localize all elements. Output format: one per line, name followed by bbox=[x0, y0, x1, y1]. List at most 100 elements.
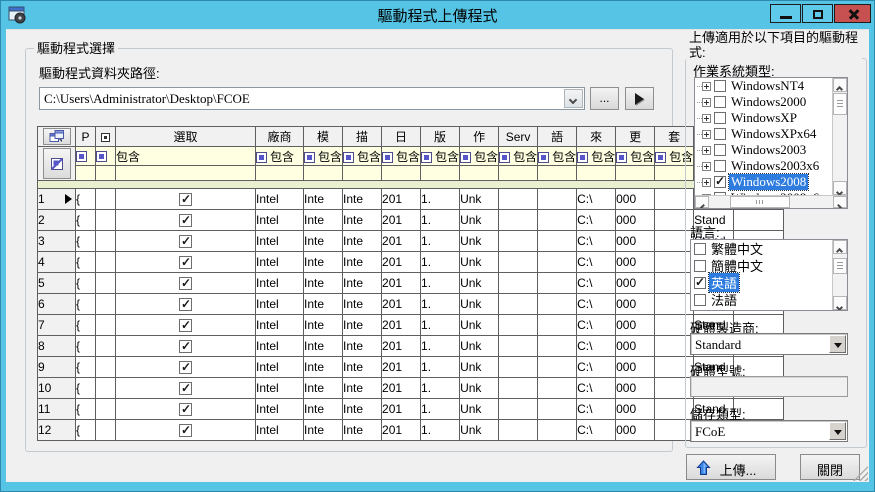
os-item-Windows2003x6[interactable]: Windows2003x6 bbox=[695, 158, 832, 174]
filter-input-os[interactable] bbox=[460, 166, 499, 181]
row-header-cell[interactable]: 8 bbox=[38, 336, 76, 357]
os-item-WindowsNT4[interactable]: WindowsNT4 bbox=[695, 78, 832, 94]
item-checkbox[interactable] bbox=[714, 80, 726, 92]
scroll-right-button[interactable] bbox=[833, 196, 847, 208]
clear-filter-button[interactable] bbox=[43, 148, 71, 179]
grid-header-lang[interactable]: 語 bbox=[538, 127, 577, 147]
table-row[interactable]: 9{IntelInteInte2011.UnkC:\000Stand bbox=[38, 357, 784, 378]
table-row[interactable]: 11{IntelInteInte2011.UnkC:\000Stand bbox=[38, 399, 784, 420]
language-list[interactable]: 繁體中文簡體中文英語法語 bbox=[690, 239, 848, 311]
scroll-down-button[interactable] bbox=[833, 181, 847, 195]
item-checkbox[interactable] bbox=[714, 176, 726, 188]
scroll-left-button[interactable] bbox=[695, 196, 709, 208]
filter-input-update[interactable] bbox=[616, 166, 655, 181]
table-row[interactable]: 12{IntelInteInte2011.UnkC:\000Stand bbox=[38, 420, 784, 441]
filter-cell-lang[interactable]: 包含 bbox=[538, 147, 577, 166]
filter-type-icon[interactable] bbox=[382, 152, 393, 163]
grid-header-vendor[interactable]: 廠商 bbox=[256, 127, 304, 147]
row-checkbox[interactable] bbox=[179, 214, 192, 227]
cell-select[interactable] bbox=[116, 273, 256, 294]
run-scan-button[interactable] bbox=[625, 87, 654, 110]
os-item-WindowsXPx64[interactable]: WindowsXPx64 bbox=[695, 126, 832, 142]
grid-header-source[interactable]: 來 bbox=[577, 127, 616, 147]
grid-header-p[interactable]: P bbox=[76, 127, 96, 147]
expand-icon[interactable] bbox=[702, 82, 711, 91]
expand-icon[interactable] bbox=[702, 162, 711, 171]
filter-cell-sel_all[interactable] bbox=[96, 147, 116, 166]
expand-icon[interactable] bbox=[702, 178, 711, 187]
hw-model-field[interactable] bbox=[690, 376, 848, 397]
hw-vendor-combobox[interactable]: Standard bbox=[690, 333, 848, 355]
lang-item-繁體中文[interactable]: 繁體中文 bbox=[691, 240, 832, 257]
scroll-up-button[interactable] bbox=[833, 78, 847, 92]
lang-item-簡體中文[interactable]: 簡體中文 bbox=[691, 257, 832, 274]
expand-icon[interactable] bbox=[702, 114, 711, 123]
filter-input-date[interactable] bbox=[382, 166, 421, 181]
lang-item-英語[interactable]: 英語 bbox=[691, 274, 832, 291]
filter-type-icon[interactable] bbox=[304, 152, 315, 163]
expand-icon[interactable] bbox=[702, 130, 711, 139]
filter-type-icon[interactable] bbox=[577, 152, 588, 163]
filter-cell-p[interactable] bbox=[76, 147, 96, 166]
path-dropdown-button[interactable] bbox=[564, 89, 583, 108]
table-row[interactable]: 2{IntelInteInte2011.UnkC:\000Stand bbox=[38, 210, 784, 231]
titlebar[interactable]: 驅動程式上傳程式 bbox=[1, 1, 874, 29]
grid-header-rowhdr[interactable] bbox=[38, 127, 76, 147]
filter-input-sel_all[interactable] bbox=[96, 166, 116, 181]
filter-type-icon[interactable] bbox=[76, 151, 87, 162]
filter-input-p[interactable] bbox=[76, 166, 96, 181]
driver-grid[interactable]: P選取廠商模描日版作Serv語來更套硬體硬體型包含包含包含包含包含包含包含包含包… bbox=[37, 126, 784, 441]
row-checkbox[interactable] bbox=[179, 319, 192, 332]
scroll-thumb[interactable] bbox=[833, 93, 847, 115]
cell-select[interactable] bbox=[116, 357, 256, 378]
filter-cell-update[interactable]: 包含 bbox=[616, 147, 655, 166]
item-checkbox[interactable] bbox=[694, 277, 706, 289]
filter-input-serv[interactable] bbox=[499, 166, 538, 181]
row-checkbox[interactable] bbox=[179, 298, 192, 311]
grid-header-os[interactable]: 作 bbox=[460, 127, 499, 147]
os-item-Windows2000[interactable]: Windows2000 bbox=[695, 94, 832, 110]
filter-input-source[interactable] bbox=[577, 166, 616, 181]
filter-type-icon[interactable] bbox=[256, 152, 267, 163]
filter-type-icon[interactable] bbox=[343, 152, 354, 163]
table-row[interactable]: 1{IntelInteInte2011.UnkC:\000Stand bbox=[38, 189, 784, 210]
filter-input-lang[interactable] bbox=[538, 166, 577, 181]
item-checkbox[interactable] bbox=[714, 128, 726, 140]
close-button[interactable] bbox=[834, 4, 871, 23]
field-chooser-button[interactable] bbox=[43, 128, 71, 145]
maximize-button[interactable] bbox=[802, 4, 833, 23]
table-row[interactable]: 4{IntelInteInte2011.UnkC:\000Stand bbox=[38, 252, 784, 273]
filter-cell-os[interactable]: 包含 bbox=[460, 147, 499, 166]
filter-cell-select[interactable]: 包含 bbox=[116, 147, 256, 166]
cell-select[interactable] bbox=[116, 294, 256, 315]
os-tree-hscrollbar[interactable] bbox=[695, 195, 847, 208]
os-tree-vscrollbar[interactable] bbox=[832, 78, 847, 195]
filter-cell-vendor[interactable]: 包含 bbox=[256, 147, 304, 166]
row-header-cell[interactable]: 3 bbox=[38, 231, 76, 252]
table-row[interactable]: 8{IntelInteInte2011.UnkC:\000Stand bbox=[38, 336, 784, 357]
grid-header-model[interactable]: 模 bbox=[304, 127, 343, 147]
item-checkbox[interactable] bbox=[694, 243, 706, 255]
row-header-cell[interactable]: 9 bbox=[38, 357, 76, 378]
filter-cell-date[interactable]: 包含 bbox=[382, 147, 421, 166]
table-row[interactable]: 10{IntelInteInte2011.UnkC:\000Stand bbox=[38, 378, 784, 399]
row-checkbox[interactable] bbox=[179, 424, 192, 437]
filter-type-icon[interactable] bbox=[655, 152, 666, 163]
filter-cell-version[interactable]: 包含 bbox=[421, 147, 460, 166]
filter-type-icon[interactable] bbox=[460, 152, 471, 163]
cell-select[interactable] bbox=[116, 399, 256, 420]
row-checkbox[interactable] bbox=[179, 235, 192, 248]
grid-header-select[interactable]: 選取 bbox=[116, 127, 256, 147]
row-header-cell[interactable]: 10 bbox=[38, 378, 76, 399]
path-combobox[interactable]: C:\Users\Administrator\Desktop\FCOE bbox=[39, 87, 585, 110]
row-header-cell[interactable]: 7 bbox=[38, 315, 76, 336]
row-checkbox[interactable] bbox=[179, 361, 192, 374]
cell-select[interactable] bbox=[116, 252, 256, 273]
row-checkbox[interactable] bbox=[179, 340, 192, 353]
browse-button[interactable]: ... bbox=[590, 87, 619, 110]
grid-header-sel_all[interactable] bbox=[96, 127, 116, 147]
cell-select[interactable] bbox=[116, 210, 256, 231]
table-row[interactable]: 3{IntelInteInte2011.UnkC:\000Stand bbox=[38, 231, 784, 252]
row-header-cell[interactable]: 1 bbox=[38, 189, 76, 210]
row-checkbox[interactable] bbox=[179, 277, 192, 290]
